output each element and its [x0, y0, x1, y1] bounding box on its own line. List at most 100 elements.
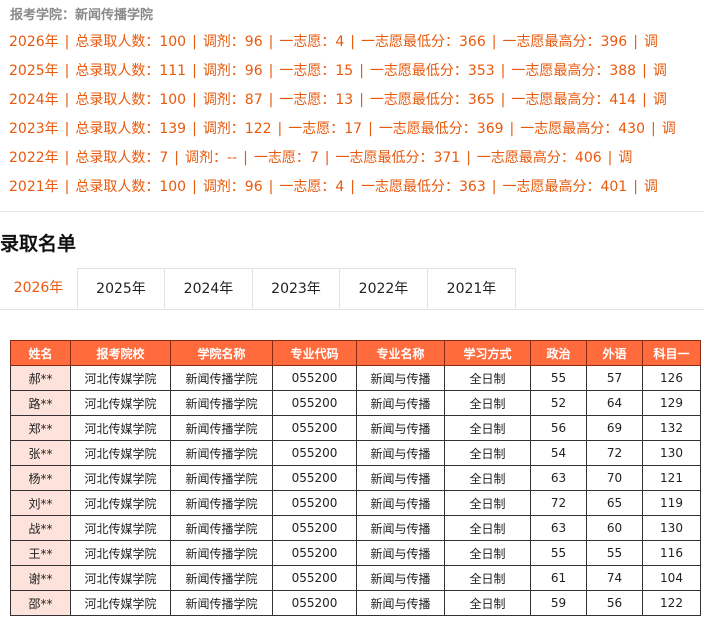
foreign-language-cell: 60: [586, 515, 643, 541]
college-cell: 新闻传播学院: [170, 440, 273, 466]
separator: |: [192, 121, 197, 137]
separator: |: [466, 150, 471, 166]
stat-adjust: 调剂：96: [202, 179, 263, 195]
study-mode-cell: 全日制: [444, 415, 531, 441]
college-cell: 新闻传播学院: [170, 465, 273, 491]
table-row: 谢** 河北传媒学院 新闻传播学院 055200 新闻与传播 全日制 61 74 104: [10, 565, 701, 591]
column-header[interactable]: 政治: [530, 340, 587, 366]
separator: |: [359, 92, 364, 108]
tab-2021年[interactable]: 2021年: [427, 268, 516, 308]
politics-cell: 56: [530, 415, 587, 441]
separator: |: [64, 63, 70, 79]
college-cell: 新闻传播学院: [170, 515, 273, 541]
stat-first-choice: 一志愿：13: [279, 92, 354, 108]
college-cell: 新闻传播学院: [170, 390, 273, 416]
stat-min-score: 一志愿最低分：365: [369, 92, 495, 108]
separator: |: [368, 121, 373, 137]
table-row: 郑** 河北传媒学院 新闻传播学院 055200 新闻与传播 全日制 56 69 132: [10, 415, 701, 441]
tab-2022年[interactable]: 2022年: [339, 268, 428, 308]
major-code-cell: 055200: [272, 415, 357, 441]
column-header[interactable]: 专业名称: [356, 340, 445, 366]
subject-one-cell: 119: [642, 490, 701, 516]
separator: |: [607, 150, 613, 166]
subject-one-cell: 122: [642, 590, 701, 616]
separator: |: [192, 34, 197, 50]
separator: |: [642, 63, 647, 79]
college-line: 报考学院：新闻传播学院: [10, 8, 154, 23]
stat-first-choice: 一志愿：7: [253, 150, 319, 166]
stat-row: 2025年 | 总录取人数：111 | 调剂：96 | 一志愿：15 | 一志愿最低分：353 |…: [0, 57, 704, 86]
college-cell: 新闻传播学院: [170, 490, 273, 516]
stat-year: 2023年: [9, 121, 59, 137]
table-row: 郝** 河北传媒学院 新闻传播学院 055200 新闻与传播 全日制 55 57 126: [10, 365, 701, 391]
separator: |: [64, 34, 70, 50]
name-cell: 王**: [10, 540, 71, 566]
study-mode-cell: 全日制: [444, 390, 531, 416]
separator: |: [268, 63, 274, 79]
politics-cell: 61: [530, 565, 587, 591]
politics-cell: 72: [530, 490, 587, 516]
separator: |: [324, 150, 330, 166]
stat-first-choice: 一志愿：4: [279, 34, 345, 50]
foreign-language-cell: 65: [586, 490, 643, 516]
politics-cell: 55: [530, 365, 587, 391]
stat-trail: 调: [652, 63, 667, 79]
stat-max-score: 一志愿最高分：414: [511, 92, 637, 108]
major-code-cell: 055200: [272, 365, 357, 391]
tab-2024年[interactable]: 2024年: [164, 268, 253, 308]
stat-row: 2024年 | 总录取人数：100 | 调剂：87 | 一志愿：13 | 一志愿最低分：365 |…: [0, 86, 704, 115]
stat-max-score: 一志愿最高分：396: [502, 34, 628, 50]
section-title: 录取名单: [0, 233, 77, 255]
major-name-cell: 新闻与传播: [356, 365, 445, 391]
stat-min-score: 一志愿最低分：353: [369, 63, 495, 79]
name-cell: 杨**: [10, 465, 71, 491]
major-name-cell: 新闻与传播: [356, 490, 445, 516]
stat-total: 总录取人数：100: [75, 179, 187, 195]
year-tabs: 2026年 2025年 2024年 2023年 2022年 2021年: [0, 268, 704, 310]
major-name-cell: 新闻与传播: [356, 390, 445, 416]
divider: [0, 211, 704, 212]
separator: |: [651, 121, 656, 137]
column-header[interactable]: 学习方式: [444, 340, 531, 366]
name-cell: 郝**: [10, 365, 71, 391]
column-header[interactable]: 专业代码: [272, 340, 357, 366]
politics-cell: 59: [530, 590, 587, 616]
major-code-cell: 055200: [272, 390, 357, 416]
stat-year: 2024年: [9, 92, 59, 108]
study-mode-cell: 全日制: [444, 440, 531, 466]
column-header[interactable]: 学院名称: [170, 340, 273, 366]
stat-trail: 调: [661, 121, 676, 137]
stat-first-choice: 一志愿：17: [288, 121, 363, 137]
stat-adjust: 调剂：122: [202, 121, 272, 137]
stat-max-score: 一志愿最高分：406: [476, 150, 602, 166]
separator: |: [174, 150, 179, 166]
separator: |: [268, 179, 274, 195]
stat-year: 2026年: [9, 34, 59, 50]
college-cell: 新闻传播学院: [170, 565, 273, 591]
column-header[interactable]: 报考院校: [70, 340, 171, 366]
column-header[interactable]: 姓名: [10, 340, 71, 366]
separator: |: [64, 121, 70, 137]
subject-one-cell: 126: [642, 365, 701, 391]
name-cell: 战**: [10, 515, 71, 541]
school-cell: 河北传媒学院: [70, 390, 171, 416]
table-row: 杨** 河北传媒学院 新闻传播学院 055200 新闻与传播 全日制 63 70 121: [10, 465, 701, 491]
major-code-cell: 055200: [272, 440, 357, 466]
separator: |: [192, 179, 197, 195]
stat-max-score: 一志愿最高分：430: [520, 121, 645, 137]
study-mode-cell: 全日制: [444, 540, 531, 566]
major-code-cell: 055200: [272, 590, 357, 616]
politics-cell: 55: [530, 540, 587, 566]
name-cell: 刘**: [10, 490, 71, 516]
separator: |: [277, 121, 283, 137]
foreign-language-cell: 64: [586, 390, 643, 416]
politics-cell: 63: [530, 465, 587, 491]
tab-2025年[interactable]: 2025年: [77, 268, 165, 308]
foreign-language-cell: 74: [586, 565, 643, 591]
column-header[interactable]: 科目一: [642, 340, 701, 366]
college-cell: 新闻传播学院: [170, 590, 273, 616]
tab-2026年[interactable]: 2026年: [0, 268, 77, 308]
column-header[interactable]: 外语: [586, 340, 643, 366]
tab-2023年[interactable]: 2023年: [252, 268, 340, 308]
school-cell: 河北传媒学院: [70, 465, 171, 491]
